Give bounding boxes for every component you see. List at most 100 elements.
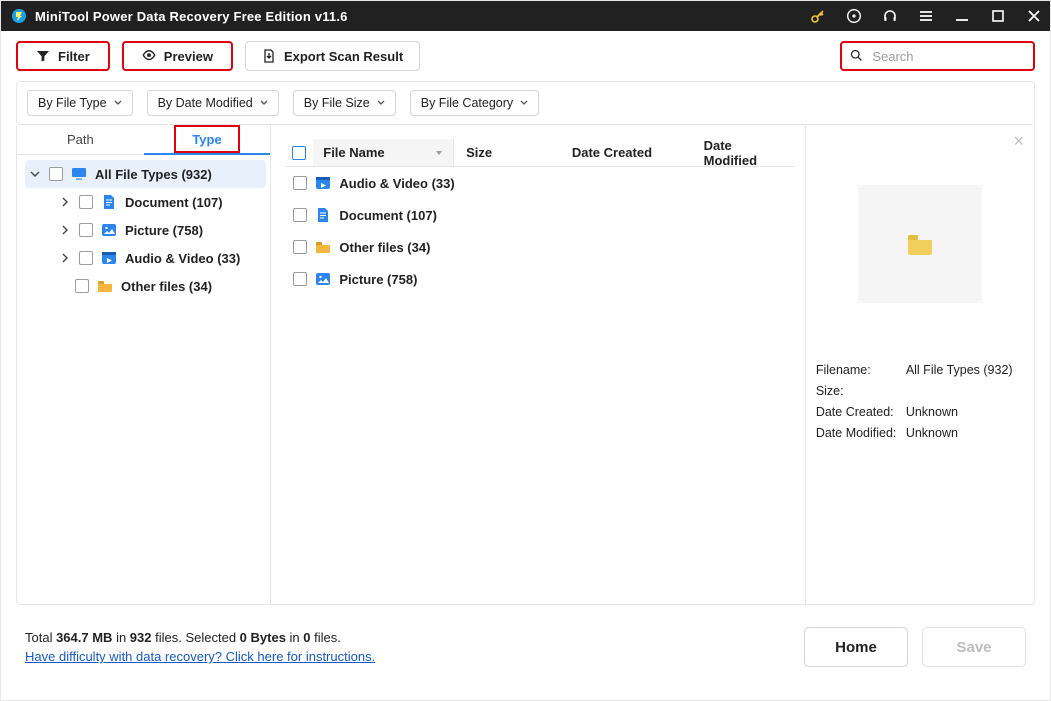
pill-label: By File Category (421, 96, 513, 110)
headphones-icon[interactable] (882, 8, 898, 24)
row-label: Document (107) (339, 208, 437, 223)
document-icon (101, 194, 117, 210)
tree-node-document[interactable]: Document (107) (55, 188, 266, 216)
tab-type[interactable]: Type (144, 125, 271, 155)
sort-icon (435, 149, 443, 157)
tree-root-label: All File Types (932) (95, 167, 212, 182)
col-label: File Name (323, 145, 384, 160)
meta-val: Unknown (906, 426, 958, 440)
folder-icon (97, 278, 113, 294)
tree-node-label: Picture (758) (125, 223, 203, 238)
filter-icon (36, 49, 50, 63)
checkbox[interactable] (79, 195, 93, 209)
row-label: Audio & Video (33) (339, 176, 454, 191)
checkbox[interactable] (293, 272, 307, 286)
filter-row: By File Type By Date Modified By File Si… (16, 81, 1035, 125)
meta-key: Filename: (816, 363, 906, 377)
folder-icon (315, 239, 331, 255)
chevron-down-icon (377, 99, 385, 107)
checkbox[interactable] (75, 279, 89, 293)
save-button[interactable]: Save (922, 627, 1026, 667)
close-panel-icon[interactable]: × (1013, 131, 1024, 152)
app-title: MiniTool Power Data Recovery Free Editio… (35, 9, 348, 24)
meta-val: All File Types (932) (906, 363, 1013, 377)
file-type-tree: All File Types (932) Document (107) Pict… (17, 155, 270, 305)
grid-row[interactable]: Picture (758) (285, 263, 794, 295)
chevron-down-icon (520, 99, 528, 107)
document-icon (315, 207, 331, 223)
disc-icon[interactable] (846, 8, 862, 24)
checkbox[interactable] (79, 251, 93, 265)
pill-label: By File Size (304, 96, 370, 110)
status-text: Total 364.7 MB in 932 files. Selected 0 … (25, 630, 375, 645)
col-file-name[interactable]: File Name (313, 139, 454, 166)
grid-row[interactable]: Audio & Video (33) (285, 167, 794, 199)
chevron-down-icon[interactable] (29, 168, 41, 180)
chevron-right-icon[interactable] (59, 224, 71, 236)
help-link[interactable]: Have difficulty with data recovery? Clic… (25, 649, 375, 664)
video-icon (315, 175, 331, 191)
export-icon (262, 49, 276, 63)
menu-icon[interactable] (918, 8, 934, 24)
tree-node-label: Document (107) (125, 195, 223, 210)
col-date-created[interactable]: Date Created (560, 145, 692, 160)
filter-by-file-size[interactable]: By File Size (293, 90, 396, 116)
video-icon (101, 250, 117, 266)
chevron-down-icon (114, 99, 122, 107)
chevron-down-icon (260, 99, 268, 107)
chevron-right-icon[interactable] (59, 196, 71, 208)
grid-row[interactable]: Other files (34) (285, 231, 794, 263)
checkbox[interactable] (293, 240, 307, 254)
tree-node-label: Other files (34) (121, 279, 212, 294)
picture-icon (101, 222, 117, 238)
filter-by-file-category[interactable]: By File Category (410, 90, 539, 116)
checkbox[interactable] (293, 176, 307, 190)
tab-label: Type (174, 125, 239, 153)
export-label: Export Scan Result (284, 49, 403, 64)
checkbox[interactable] (49, 167, 63, 181)
pill-label: By Date Modified (158, 96, 253, 110)
close-icon[interactable] (1026, 8, 1042, 24)
filter-label: Filter (58, 49, 90, 64)
meta-key: Date Created: (816, 405, 906, 419)
search-box[interactable] (840, 41, 1035, 71)
row-label: Other files (34) (339, 240, 430, 255)
filter-by-date-modified[interactable]: By Date Modified (147, 90, 279, 116)
preview-label: Preview (164, 49, 213, 64)
search-input[interactable] (870, 48, 1025, 65)
filter-by-file-type[interactable]: By File Type (27, 90, 133, 116)
chevron-right-icon[interactable] (59, 252, 71, 264)
filter-button[interactable]: Filter (16, 41, 110, 71)
preview-button[interactable]: Preview (122, 41, 233, 71)
tree-node-audiovideo[interactable]: Audio & Video (33) (55, 244, 266, 272)
export-scan-button[interactable]: Export Scan Result (245, 41, 420, 71)
app-logo-icon (11, 8, 27, 24)
meta-key: Date Modified: (816, 426, 906, 440)
col-date-modified[interactable]: Date Modified (692, 138, 795, 168)
checkbox[interactable] (79, 223, 93, 237)
tab-label: Path (51, 125, 110, 154)
grid-header: File Name Size Date Created Date Modifie… (285, 139, 794, 167)
checkbox[interactable] (293, 208, 307, 222)
folder-icon (907, 233, 933, 255)
meta-key: Size: (816, 384, 906, 398)
select-all-checkbox[interactable] (292, 146, 306, 160)
meta-val: Unknown (906, 405, 958, 419)
details-panel: Filename:All File Types (932) Size: Date… (816, 363, 1024, 440)
maximize-icon[interactable] (990, 8, 1006, 24)
grid-row[interactable]: Document (107) (285, 199, 794, 231)
row-label: Picture (758) (339, 272, 417, 287)
tree-node-label: Audio & Video (33) (125, 251, 240, 266)
search-icon (850, 49, 862, 63)
preview-thumbnail (858, 185, 982, 303)
home-button[interactable]: Home (804, 627, 908, 667)
tab-path[interactable]: Path (17, 125, 144, 155)
col-size[interactable]: Size (454, 145, 560, 160)
tree-root[interactable]: All File Types (932) (25, 160, 266, 188)
tree-node-other[interactable]: Other files (34) (71, 272, 266, 300)
tree-node-picture[interactable]: Picture (758) (55, 216, 266, 244)
pill-label: By File Type (38, 96, 107, 110)
key-icon[interactable] (810, 8, 826, 24)
minimize-icon[interactable] (954, 8, 970, 24)
picture-icon (315, 271, 331, 287)
